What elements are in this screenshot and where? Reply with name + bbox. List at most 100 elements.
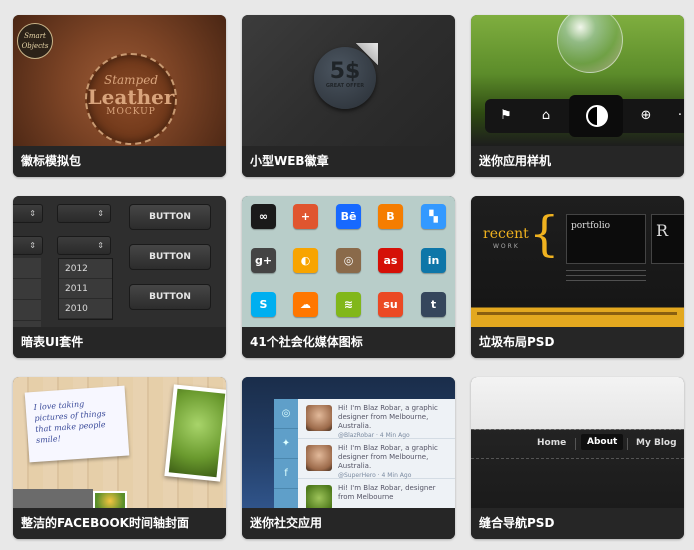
list-strip	[13, 258, 41, 327]
select-dropdown: ⇕	[57, 236, 111, 255]
facebook-icon: f	[274, 459, 298, 489]
year-list: 2012 2011 2010	[58, 258, 113, 320]
avatar	[306, 445, 332, 471]
page-curl	[356, 43, 378, 65]
card-thumbnail: ◎ ✦ f Hi! I'm Blaz Robar, a graphic desi…	[242, 377, 455, 508]
pinned-photo	[164, 384, 226, 482]
lifebuoy-icon: ⊕	[640, 108, 652, 123]
avatar	[306, 405, 332, 431]
lastfm-icon: as	[378, 248, 403, 273]
card-thumbnail: ⚑ ⌂ ⊕ ·	[471, 15, 684, 146]
more-icon: ·	[677, 108, 683, 123]
card-thumbnail: I love taking pictures of things that ma…	[13, 377, 226, 508]
soap-bubble-image	[557, 15, 623, 73]
behance-icon: Bē	[336, 204, 361, 229]
card-title: 垃圾布局PSD	[471, 327, 684, 358]
year-item: 2011	[59, 279, 112, 299]
profile-bar	[13, 489, 93, 508]
blogger-icon: B	[378, 204, 403, 229]
feed-text: Hi! I'm Blaz Robar, a graphic designer f…	[338, 404, 452, 440]
work-subheading: WORK	[493, 243, 520, 250]
card-social-media-icons[interactable]: ∞ + Bē B ▚ g+ ◐ ◎ as in S ☁ ≋ su t 41个社会化媒体图标	[242, 196, 455, 358]
card-mini-social-app[interactable]: ◎ ✦ f Hi! I'm Blaz Robar, a graphic desi…	[242, 377, 455, 539]
card-title: 整洁的FACEBOOK时间轴封面	[13, 508, 226, 539]
badge-subtext: GREAT OFFER	[325, 83, 365, 89]
text-lines	[566, 270, 646, 284]
feed-item: Hi! I'm Blaz Robar, a graphic designer f…	[298, 439, 455, 479]
tweet-meta: @SuperHero · 4 Min Ago	[338, 472, 412, 479]
smart-objects-tag: Smart Objects	[17, 23, 53, 59]
card-thumbnail: ⇕ ⇕ ⇕ ⇕ 2012 2011 2010 BUTTON BUTTON BUT…	[13, 196, 226, 327]
nav-separator	[627, 438, 628, 450]
tweet-body: Hi! I'm Blaz Robar, a graphic designer f…	[338, 404, 438, 430]
grooveshark-icon: ◐	[293, 248, 318, 273]
leather-stamp-badge: Stamped Leather MOCKUP	[85, 53, 177, 145]
skype-icon: S	[251, 292, 276, 317]
select-dropdown: ⇕	[57, 204, 111, 223]
card-title: 暗表UI套件	[13, 327, 226, 358]
card-facebook-timeline-cover[interactable]: I love taking pictures of things that ma…	[13, 377, 226, 539]
card-thumbnail: 5$ GREAT OFFER	[242, 15, 455, 146]
nav-item-home: Home	[537, 438, 567, 448]
portfolio-preview: portfolio	[566, 214, 646, 264]
home-icon: ⌂	[541, 108, 551, 123]
nav-item-blog: My Blog	[636, 438, 677, 448]
sample-button: BUTTON	[129, 244, 211, 270]
card-title: 41个社会化媒体图标	[242, 327, 455, 358]
badge-line-2: Leather	[87, 85, 175, 109]
card-mini-app-mockup[interactable]: ⚑ ⌂ ⊕ · 迷你应用样机	[471, 15, 684, 177]
card-thumbnail: recent WORK { portfolio R	[471, 196, 684, 327]
stitched-nav-bar: Home About My Blog	[471, 429, 684, 459]
spotify-icon: ≋	[336, 292, 361, 317]
dribbble-icon: ◎	[274, 399, 298, 429]
card-title: 缝合导航PSD	[471, 508, 684, 539]
delicious-icon: ▚	[421, 204, 446, 229]
card-title: 徽标模拟包	[13, 146, 226, 177]
feed-text: Hi! I'm Blaz Robar, designer from Melbou…	[338, 484, 452, 502]
flickr-icon: ∞	[251, 204, 276, 229]
flag-icon: ⚑	[500, 108, 512, 123]
soundcloud-icon: ☁	[293, 292, 318, 317]
tumblr-icon: t	[421, 292, 446, 317]
card-dark-ui-kit[interactable]: ⇕ ⇕ ⇕ ⇕ 2012 2011 2010 BUTTON BUTTON BUT…	[13, 196, 226, 358]
card-grunge-layout-psd[interactable]: recent WORK { portfolio R 垃圾布局PSD	[471, 196, 684, 358]
avatar	[306, 485, 332, 508]
profile-photo	[93, 491, 127, 508]
brace-glyph: {	[529, 206, 560, 262]
sample-button: BUTTON	[129, 284, 211, 310]
card-thumbnail: Home About My Blog	[471, 377, 684, 508]
instagram-icon: ◎	[336, 248, 361, 273]
tweet-meta: @BlazRobar · 4 Min Ago	[338, 432, 410, 439]
google-plus-add-icon: +	[293, 204, 318, 229]
recent-heading: recent	[483, 226, 529, 242]
card-leather-logo-mockup[interactable]: Smart Objects Stamped Leather MOCKUP 徽标模…	[13, 15, 226, 177]
app-sidebar: ◎ ✦ f	[274, 399, 298, 508]
footer-bar	[477, 312, 677, 315]
handwritten-note: I love taking pictures of things that ma…	[24, 385, 130, 463]
card-title: 迷你应用样机	[471, 146, 684, 177]
feed-list: Hi! I'm Blaz Robar, a graphic designer f…	[298, 399, 455, 508]
portfolio-label: portfolio	[571, 221, 611, 231]
stumbleupon-icon: su	[378, 292, 403, 317]
year-item: 2010	[59, 299, 112, 319]
year-item: 2012	[59, 259, 112, 279]
app-toolbar: ⚑ ⌂ ⊕ ·	[485, 95, 684, 137]
card-title: 小型WEB徽章	[242, 146, 455, 177]
card-thumbnail: Smart Objects Stamped Leather MOCKUP	[13, 15, 226, 146]
google-plus-icon: g+	[251, 248, 276, 273]
card-title: 迷你社交应用	[242, 508, 455, 539]
nav-item-about: About	[581, 434, 624, 450]
sample-button: BUTTON	[129, 204, 211, 230]
feed-item: Hi! I'm Blaz Robar, a graphic designer f…	[298, 399, 455, 439]
twitter-icon: ✦	[274, 429, 298, 459]
card-mini-web-badge[interactable]: 5$ GREAT OFFER 小型WEB徽章	[242, 15, 455, 177]
portfolio-label: R	[656, 221, 669, 240]
select-dropdown: ⇕	[13, 204, 43, 223]
tweet-body: Hi! I'm Blaz Robar, designer from Melbou…	[338, 484, 436, 501]
card-thumbnail: ∞ + Bē B ▚ g+ ◐ ◎ as in S ☁ ≋ su t	[242, 196, 455, 327]
nav-separator	[575, 438, 576, 450]
card-stitched-navigation-psd[interactable]: Home About My Blog 缝合导航PSD	[471, 377, 684, 539]
feed-text: Hi! I'm Blaz Robar, a graphic designer f…	[338, 444, 452, 480]
linkedin-icon: in	[421, 248, 446, 273]
contrast-icon	[586, 105, 608, 127]
